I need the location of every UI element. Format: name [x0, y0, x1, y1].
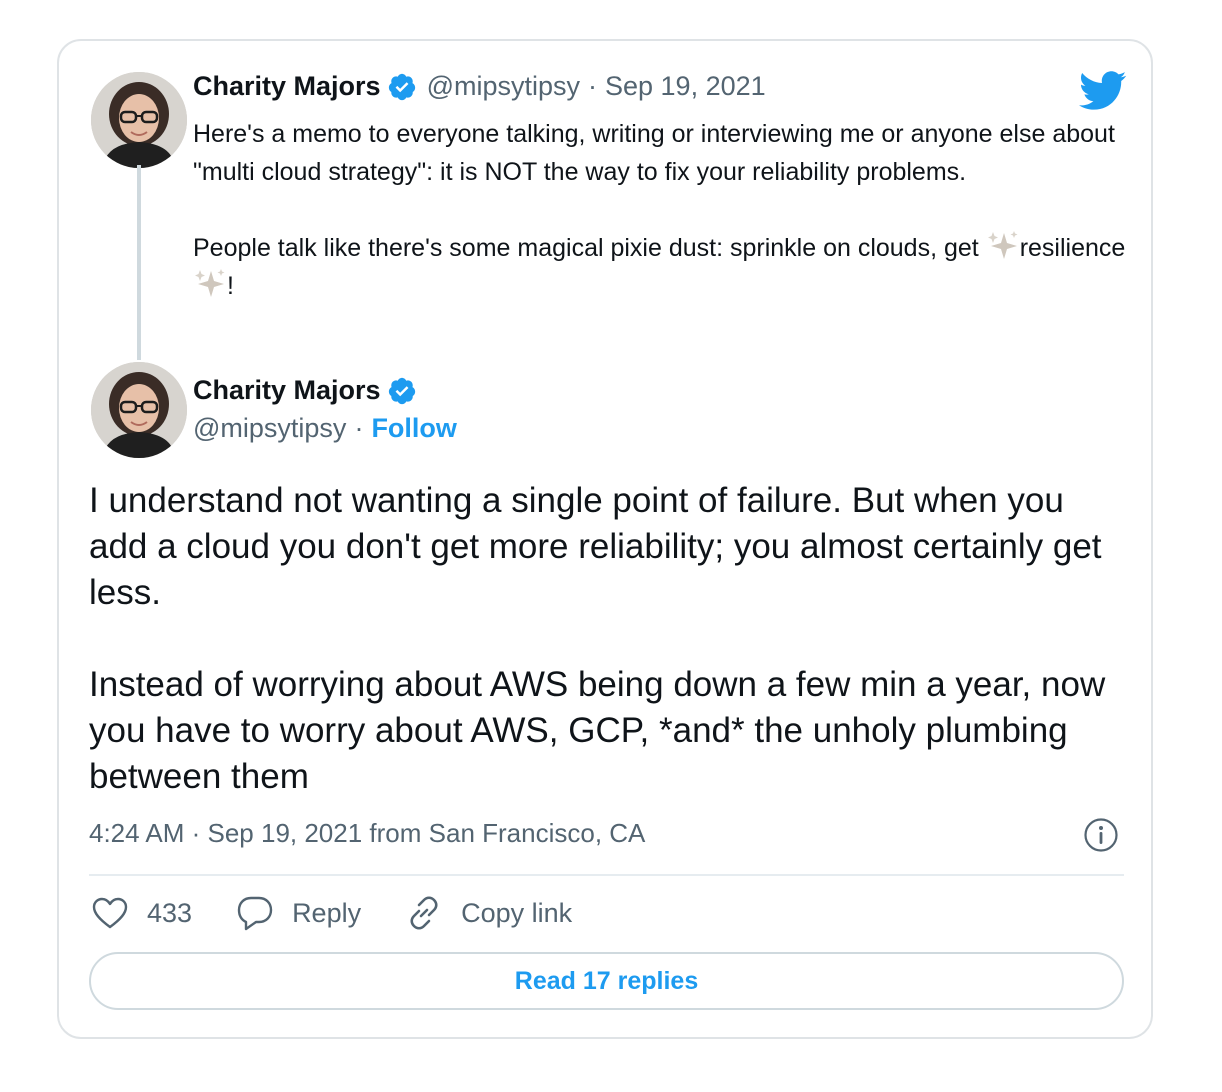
action-bar: 433 Reply Copy link [91, 894, 616, 932]
quoted-paragraph-2-start: People talk like there's some magical pi… [193, 234, 986, 262]
copy-link-label: Copy link [461, 897, 573, 928]
follow-button[interactable]: Follow [371, 413, 456, 444]
author-handle[interactable]: @mipsytipsy [193, 413, 346, 444]
reply-button[interactable]: Reply [236, 895, 361, 931]
tweet-date[interactable]: Sep 19, 2021 [605, 71, 766, 102]
tweet-timestamp[interactable]: 4:24 AM · Sep 19, 2021 from San Francisc… [89, 818, 645, 849]
author-name[interactable]: Charity Majors [193, 375, 381, 406]
like-count: 433 [147, 897, 193, 928]
link-icon [410, 896, 438, 930]
main-tweet-text: I understand not wanting a single point … [89, 478, 1129, 800]
copy-link-button[interactable]: Copy link [405, 894, 572, 932]
quoted-paragraph-2: People talk like there's some magical pi… [193, 229, 1143, 305]
main-tweet-handle-row: @mipsytipsy · Follow [193, 413, 457, 444]
quoted-tweet-header: Charity Majors @mipsytipsy · Sep 19, 202… [193, 71, 766, 102]
like-button[interactable]: 433 [91, 896, 192, 930]
author-handle[interactable]: @mipsytipsy [427, 71, 580, 102]
main-paragraph-2: Instead of worrying about AWS being down… [89, 665, 1106, 796]
thread-connector-line [137, 165, 141, 360]
twitter-bird-icon[interactable] [1079, 71, 1127, 111]
read-replies-button[interactable]: Read 17 replies [89, 952, 1124, 1010]
quoted-paragraph-1: Here's a memo to everyone talking, writi… [193, 120, 1115, 186]
divider [89, 874, 1124, 876]
verified-badge-icon [388, 73, 415, 100]
main-paragraph-1: I understand not wanting a single point … [89, 481, 1102, 612]
author-name[interactable]: Charity Majors [193, 71, 381, 102]
main-tweet-author: Charity Majors [193, 375, 427, 406]
speech-bubble-icon [237, 896, 273, 931]
reply-label: Reply [292, 897, 362, 928]
heart-icon [92, 897, 128, 929]
quoted-tweet-text: Here's a memo to everyone talking, writi… [193, 115, 1143, 305]
quoted-paragraph-2-end: ! [227, 272, 234, 300]
sparkles-icon [987, 231, 1018, 259]
avatar[interactable] [91, 362, 187, 458]
quoted-paragraph-2-middle: resilience [1019, 234, 1126, 262]
sparkles-icon [195, 269, 225, 297]
info-icon[interactable] [1083, 817, 1119, 853]
separator-dot: · [354, 413, 364, 443]
tweet-embed-card: Charity Majors @mipsytipsy · Sep 19, 202… [57, 39, 1153, 1039]
separator-dot: · [588, 71, 597, 101]
avatar[interactable] [91, 72, 187, 168]
verified-badge-icon [388, 377, 415, 404]
